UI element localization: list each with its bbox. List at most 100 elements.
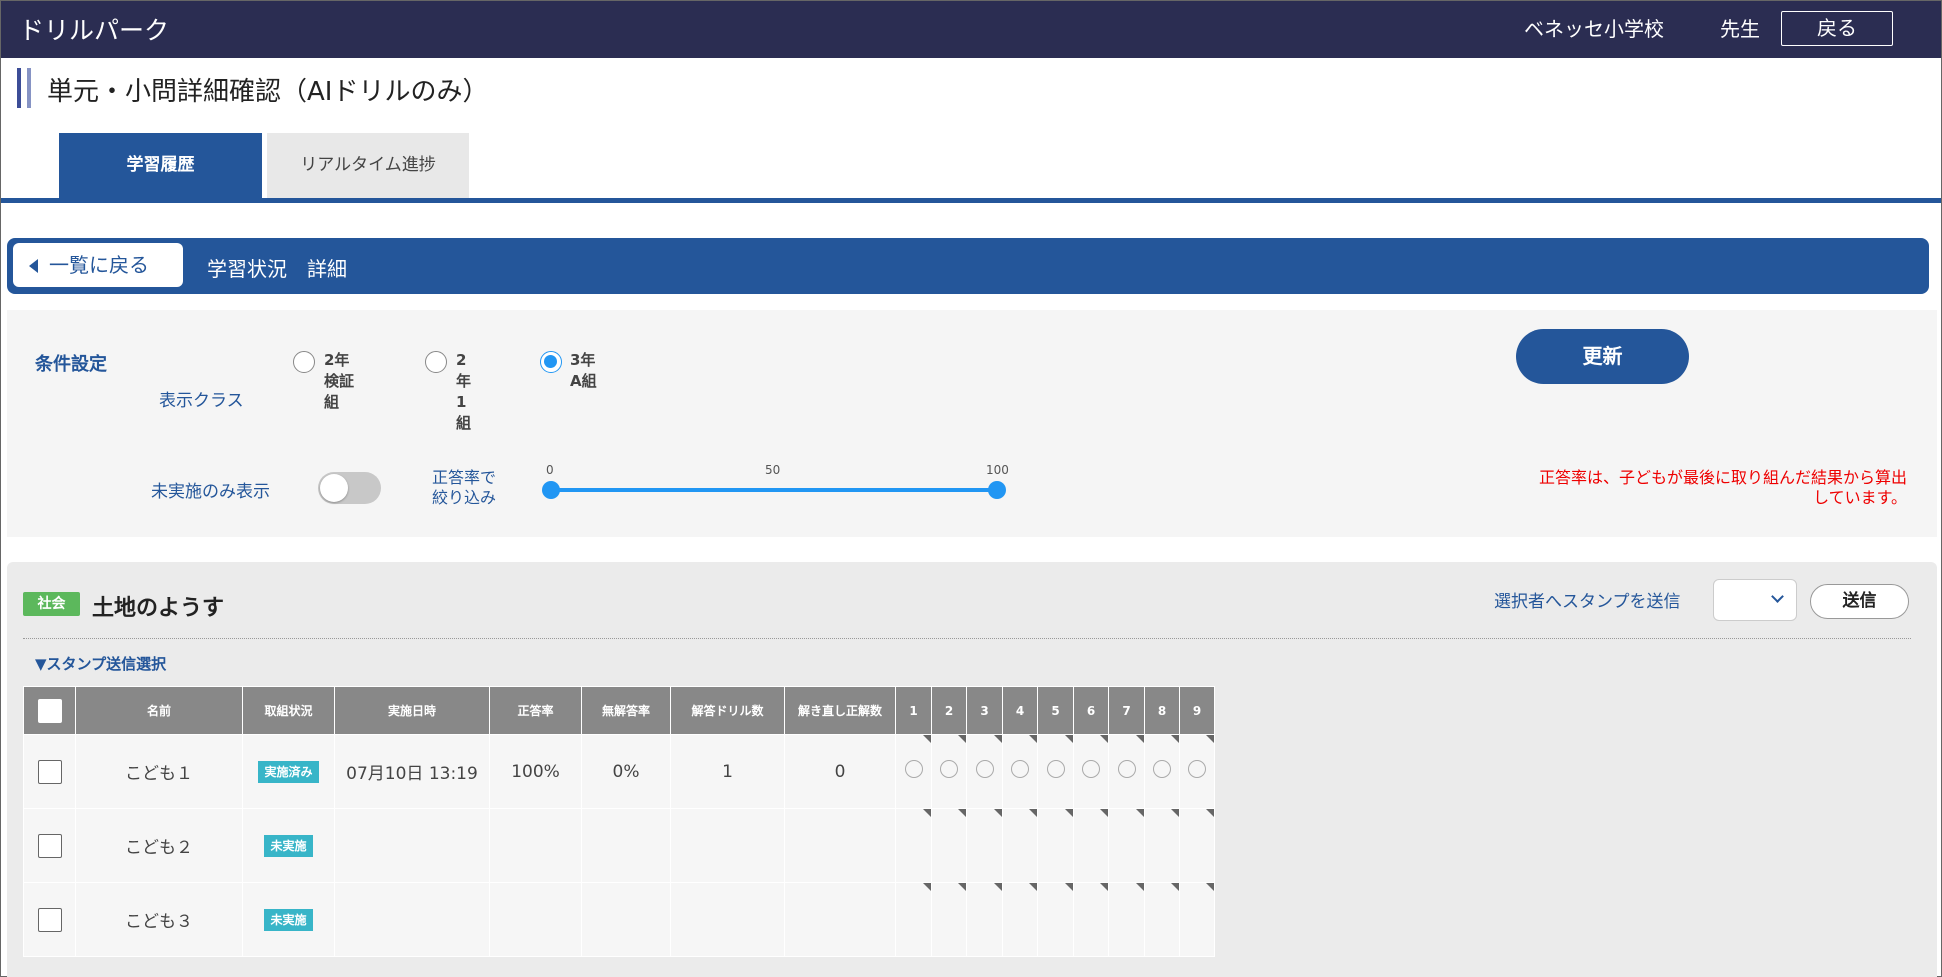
send-stamp-label: 選択者へスタンプを送信 [1494,592,1681,612]
table-header-row: 名前 取組状況 実施日時 正答率 無解答率 解答ドリル数 解き直し正解数 1 2… [23,686,1215,735]
header-q4: 4 [1002,686,1038,735]
header-redo-correct: 解き直し正解数 [784,686,896,735]
student-table: 名前 取組状況 実施日時 正答率 無解答率 解答ドリル数 解き直し正解数 1 2… [23,686,1215,957]
unit-name: 土地のようす [92,596,225,621]
row-checkbox[interactable] [37,833,62,858]
back-to-list-button[interactable]: 一覧に戻る [13,243,183,287]
update-button[interactable]: 更新 [1516,329,1689,384]
title-accent-bar [17,68,21,108]
row-checkbox[interactable] [37,907,62,932]
row-checkbox[interactable] [37,759,62,784]
q-cell [1179,882,1215,957]
subject-badge: 社会 [23,592,80,616]
q-cell [1073,808,1109,883]
send-button[interactable]: 送信 [1810,584,1909,619]
q-cell[interactable] [1073,734,1109,809]
no-answer-rate-cell [581,882,671,957]
header-datetime: 実施日時 [334,686,490,735]
header-q2: 2 [931,686,967,735]
student-name: こども２ [75,808,243,883]
subject-panel: 社会 土地のようす 選択者へスタンプを送信 送信 ▼スタンプ送信選択 名前 取組… [7,562,1937,977]
back-to-list-label: 一覧に戻る [49,253,149,277]
q-cell[interactable] [895,734,932,809]
app-title: ドリルパーク [19,16,170,45]
note-line2: しています。 [1813,488,1907,507]
header-drill-count: 解答ドリル数 [670,686,785,735]
header-q9: 9 [1179,686,1215,735]
tab-realtime-progress[interactable]: リアルタイム進捗 [267,133,469,198]
status-cell: 未実施 [242,882,335,957]
dotted-divider [23,638,1911,639]
conditions-label: 条件設定 [35,354,107,375]
tab-underline [1,198,1941,203]
radio-class-2nen-kensho-label: 2年検証組 [324,351,355,411]
status-cell: 未実施 [242,808,335,883]
radio-class-2nen-kensho[interactable] [293,351,315,373]
redo-correct-cell [784,808,896,883]
q-cell [1144,882,1180,957]
q-cell[interactable] [1108,734,1145,809]
stamp-select-toggle[interactable]: ▼スタンプ送信選択 [35,653,166,674]
q-cell[interactable] [931,734,967,809]
correct-rate-cell [489,808,582,883]
q-cell [931,808,967,883]
detail-header: 一覧に戻る 学習状況 詳細 [7,238,1929,294]
correct-rate-cell: 100% [489,734,582,809]
student-name: こども３ [75,882,243,957]
q-cell [1108,882,1145,957]
header-q1: 1 [895,686,932,735]
q-cell[interactable] [1179,734,1215,809]
slider-handle-high[interactable] [988,481,1006,499]
q-cell [895,882,932,957]
status-badge: 未実施 [264,908,313,931]
status-badge: 未実施 [264,834,313,857]
unimplemented-only-toggle[interactable] [318,472,381,504]
slider-tick-max: 100 [986,463,1009,477]
q-cell [966,808,1003,883]
chevron-down-icon [1771,590,1784,603]
detail-title: 学習状況 詳細 [207,257,347,281]
student-name: こども１ [75,734,243,809]
user-role: 先生 [1720,17,1760,41]
q-cell [966,882,1003,957]
select-all-header [23,686,76,735]
class-label: 表示クラス [159,391,244,411]
table-row: こども３ 未実施 [23,882,1215,957]
correct-rate-note: 正答率は、子どもが最後に取り組んだ結果から算出 しています。 [1487,468,1907,508]
toggle-knob [320,474,348,502]
radio-class-3nen-a[interactable] [540,351,562,373]
q-cell [1002,882,1038,957]
q-cell[interactable] [966,734,1003,809]
datetime-cell [334,882,490,957]
radio-class-2nen-1kumi[interactable] [425,351,447,373]
correct-rate-cell [489,882,582,957]
back-button[interactable]: 戻る [1781,11,1893,46]
row-select-cell [23,734,76,809]
slider-tick-min: 0 [546,463,554,477]
q-cell [1108,808,1145,883]
q-cell[interactable] [1037,734,1074,809]
stamp-select[interactable] [1713,579,1797,621]
row-select-cell [23,808,76,883]
slider-tick-mid: 50 [765,463,781,477]
note-line1: 正答率は、子どもが最後に取り組んだ結果から算出 [1538,468,1907,487]
radio-class-2nen-1kumi-label: 2年1組 [456,351,472,432]
no-answer-rate-cell [581,808,671,883]
correct-rate-slider-track[interactable] [551,488,997,492]
q-cell [931,882,967,957]
q-cell[interactable] [1002,734,1038,809]
select-all-checkbox[interactable] [37,698,62,723]
caret-left-icon [29,259,38,273]
slider-handle-low[interactable] [542,481,560,499]
tab-learning-history[interactable]: 学習履歴 [59,133,262,198]
header-name: 名前 [75,686,243,735]
circle-icon [975,760,994,778]
drill-count-cell [670,808,785,883]
q-cell[interactable] [1144,734,1180,809]
filter-label-line2: 絞り込み [432,488,497,507]
radio-class-3nen-a-label: 3年A組 [570,351,597,390]
drill-count-cell [670,882,785,957]
page-title: 単元・小問詳細確認（AIドリルのみ） [47,77,489,107]
circle-icon [1082,760,1100,778]
datetime-cell: 07月10日 13:19 [334,734,490,809]
